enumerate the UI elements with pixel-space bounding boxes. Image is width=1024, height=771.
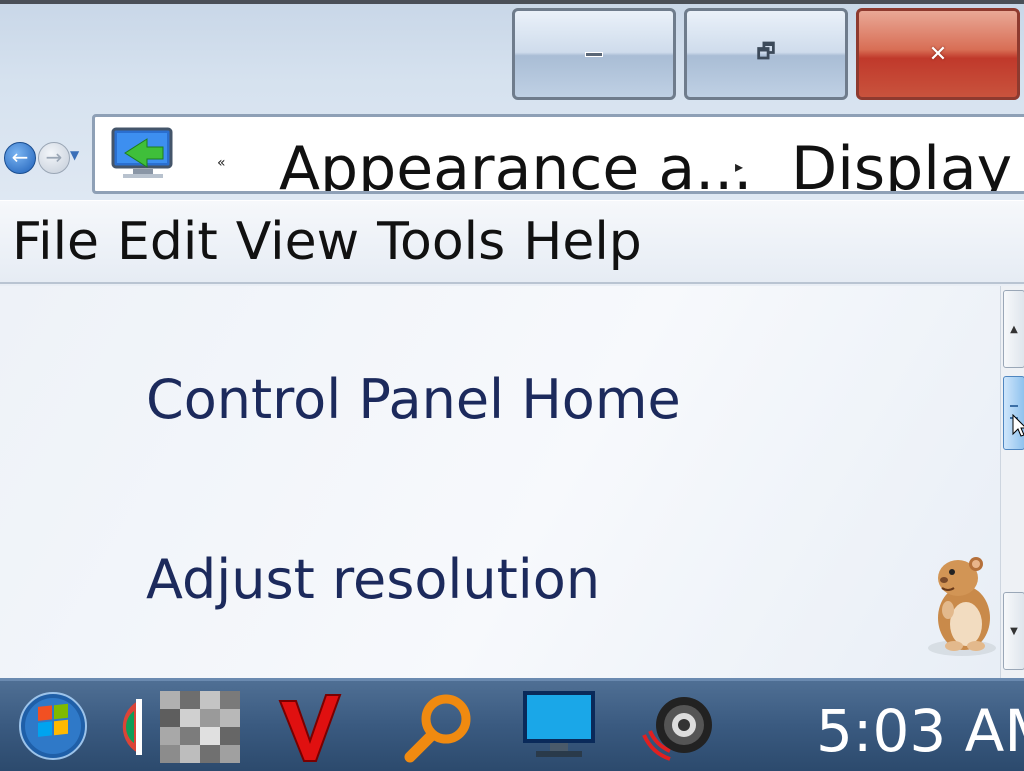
menu-bar: File Edit View Tools Help <box>0 200 1024 284</box>
close-icon: ✕ <box>928 41 948 67</box>
forward-arrow-icon: → <box>45 145 63 169</box>
speaker-icon[interactable] <box>638 691 718 763</box>
breadcrumb-separator-icon[interactable]: ▸ <box>735 157 743 176</box>
address-bar[interactable]: « Appearance a... ▸ Display <box>92 114 1024 194</box>
close-button[interactable]: ✕ <box>856 8 1020 100</box>
scrollbar-thumb[interactable] <box>1003 376 1024 450</box>
minimize-button[interactable] <box>512 8 676 100</box>
back-button[interactable]: ← <box>4 142 36 174</box>
v-app-icon[interactable] <box>276 691 344 763</box>
display-control-panel-icon <box>111 127 173 178</box>
taskbar: 5:03 AM <box>0 678 1024 771</box>
search-magnifier-icon[interactable] <box>400 691 480 763</box>
menu-edit[interactable]: Edit <box>117 212 218 272</box>
forward-button[interactable]: → <box>38 142 70 174</box>
display-monitor-icon[interactable] <box>522 691 596 763</box>
hamster-mascot-icon <box>928 557 996 656</box>
window-title-bar: 🗗 ✕ ← → ▼ « Appearance a... ▸ Display <box>0 0 1024 204</box>
vertical-scrollbar[interactable]: ▲ ▼ <box>1000 286 1024 678</box>
menu-tools[interactable]: Tools <box>377 212 505 272</box>
adjust-resolution-link[interactable]: Adjust resolution <box>146 548 600 611</box>
control-panel-home-link[interactable]: Control Panel Home <box>146 368 681 431</box>
back-arrow-icon: ← <box>11 145 29 169</box>
scroll-down-button[interactable]: ▼ <box>1003 592 1024 670</box>
menu-help[interactable]: Help <box>523 212 642 272</box>
mouse-cursor-icon <box>1012 414 1024 437</box>
breadcrumb-display[interactable]: Display <box>791 133 1012 191</box>
taskbar-clock[interactable]: 5:03 AM <box>816 699 1024 763</box>
menu-view[interactable]: View <box>236 212 359 272</box>
scroll-up-button[interactable]: ▲ <box>1003 290 1024 368</box>
restore-button[interactable]: 🗗 <box>684 8 848 100</box>
restore-icon: 🗗 <box>756 39 776 63</box>
menu-file[interactable]: File <box>12 212 99 272</box>
chevron-down-icon: ▼ <box>1010 625 1018 637</box>
start-orb-icon[interactable] <box>18 691 88 761</box>
breadcrumb-overflow-chevron[interactable]: « <box>217 155 226 171</box>
minimize-icon <box>585 51 603 57</box>
chrome-icon[interactable] <box>120 691 142 763</box>
photo-thumbnail-icon[interactable] <box>160 691 240 763</box>
breadcrumb-appearance[interactable]: Appearance a... <box>279 133 752 191</box>
content-pane: Control Panel Home Adjust resolution <box>0 286 1000 678</box>
recent-pages-dropdown[interactable]: ▼ <box>70 148 79 162</box>
chevron-up-icon: ▲ <box>1010 323 1018 335</box>
